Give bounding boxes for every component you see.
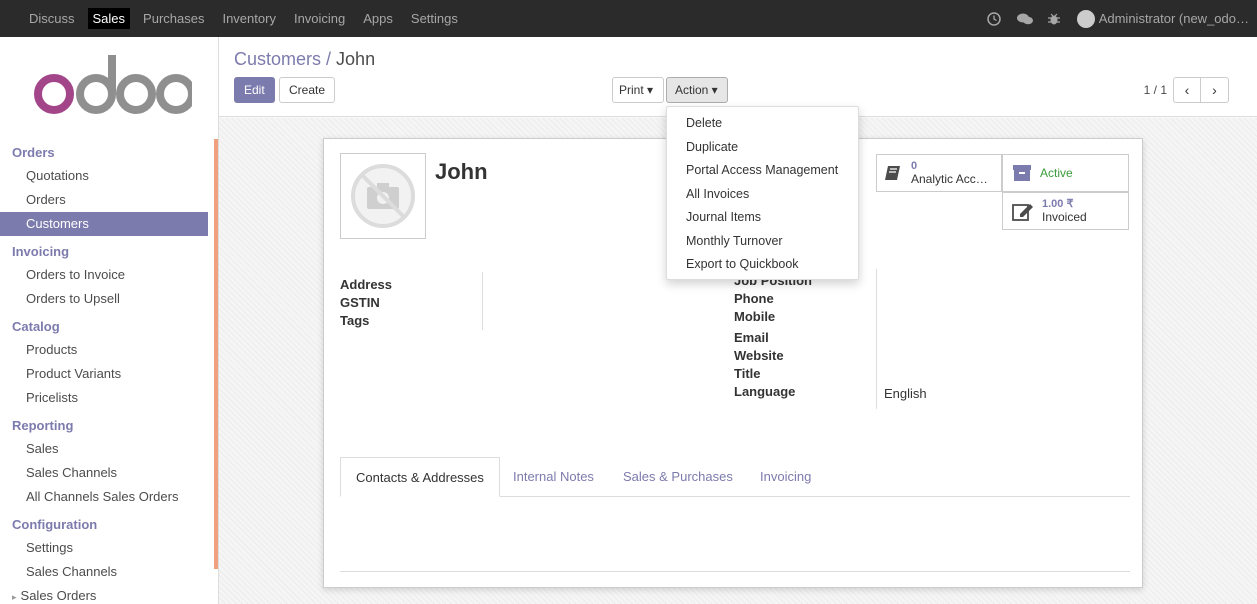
app-menu: Discuss Sales Purchases Inventory Invoic… xyxy=(0,8,471,29)
odoo-logo[interactable] xyxy=(32,51,196,121)
mobile-label: Mobile xyxy=(734,309,776,324)
action-all-invoices[interactable]: All Invoices xyxy=(667,183,858,207)
field-separator-right xyxy=(876,269,877,409)
sidebar-group-catalog: Catalog xyxy=(12,319,60,334)
tab-invoicing[interactable]: Invoicing xyxy=(745,457,826,497)
partner-name: John xyxy=(435,159,488,184)
sidebar-group-reporting: Reporting xyxy=(12,418,74,433)
edit-button[interactable]: Edit xyxy=(234,77,275,103)
control-panel: Customers / John Edit Create Print ▾ Act… xyxy=(219,37,1257,117)
partner-image[interactable] xyxy=(340,153,426,239)
sidebar-item-quotations[interactable]: Quotations xyxy=(0,164,208,188)
menu-settings[interactable]: Settings xyxy=(406,8,463,29)
tags-label: Tags xyxy=(340,313,370,328)
action-journal-items[interactable]: Journal Items xyxy=(667,206,858,230)
sidebar-item-orders-to-upsell[interactable]: Orders to Upsell xyxy=(0,287,208,311)
book-icon xyxy=(885,166,900,180)
sidebar: Orders Quotations Orders Customers Invoi… xyxy=(0,37,219,604)
pager-previous-button[interactable]: ‹ xyxy=(1173,77,1201,103)
tab-sales-purchases[interactable]: Sales & Purchases xyxy=(608,457,748,497)
sidebar-item-customers[interactable]: Customers xyxy=(0,212,208,236)
sidebar-item-config-sales-channels[interactable]: Sales Channels xyxy=(0,560,208,584)
systray: Administrator (new_odo… xyxy=(986,0,1249,37)
field-separator-left xyxy=(482,272,483,330)
active-toggle-button[interactable]: Active xyxy=(1002,154,1129,192)
breadcrumb-separator: / xyxy=(321,49,337,69)
sidebar-item-all-channels-sales-orders[interactable]: All Channels Sales Orders xyxy=(0,485,208,509)
invoiced-label: Invoiced xyxy=(1042,209,1087,224)
sidebar-item-settings[interactable]: Settings xyxy=(0,536,208,560)
email-label: Email xyxy=(734,330,769,345)
sidebar-menu: Orders Quotations Orders Customers Invoi… xyxy=(0,137,208,604)
action-button[interactable]: Action ▾ xyxy=(666,77,728,103)
pager-value[interactable]: 1 / 1 xyxy=(1144,83,1167,97)
action-delete[interactable]: Delete xyxy=(667,112,858,136)
menu-apps[interactable]: Apps xyxy=(358,8,398,29)
action-dropdown-menu: Delete Duplicate Portal Access Managemen… xyxy=(666,106,859,280)
sidebar-item-pricelists[interactable]: Pricelists xyxy=(0,386,208,410)
tab-internal-notes[interactable]: Internal Notes xyxy=(498,457,609,497)
caret-right-icon: ▸ xyxy=(12,592,17,602)
sidebar-item-product-variants[interactable]: Product Variants xyxy=(0,362,208,386)
breadcrumb: Customers / John xyxy=(234,49,375,70)
notebook-tabs: Contacts & Addresses Internal Notes Sale… xyxy=(340,457,1130,497)
sidebar-item-sales[interactable]: Sales xyxy=(0,437,208,461)
no-image-icon xyxy=(351,164,415,228)
sidebar-group-configuration: Configuration xyxy=(12,517,98,532)
bug-icon[interactable] xyxy=(1047,12,1061,26)
address-label: Address xyxy=(340,277,393,292)
breadcrumb-current: John xyxy=(336,49,376,69)
invoiced-amount: 1.00 ₹ xyxy=(1042,197,1074,210)
action-monthly-turnover[interactable]: Monthly Turnover xyxy=(667,230,858,254)
create-button[interactable]: Create xyxy=(279,77,336,103)
analytic-label: Analytic Acc… xyxy=(911,171,988,186)
tab-contacts-addresses[interactable]: Contacts & Addresses xyxy=(340,457,500,497)
action-export-to-quickbook[interactable]: Export to Quickbook xyxy=(667,253,858,277)
sidebar-item-sales-orders-label: Sales Orders xyxy=(20,588,97,603)
language-value[interactable]: English xyxy=(884,386,927,401)
top-navbar: Discuss Sales Purchases Inventory Invoic… xyxy=(0,0,1257,37)
sidebar-group-invoicing: Invoicing xyxy=(12,244,70,259)
phone-label: Phone xyxy=(734,291,774,306)
archive-icon xyxy=(1013,165,1031,181)
website-label: Website xyxy=(734,348,784,363)
tab-content-bottom-divider xyxy=(340,571,1130,572)
language-label: Language xyxy=(734,384,796,399)
menu-discuss[interactable]: Discuss xyxy=(24,8,80,29)
sidebar-scrollbar[interactable] xyxy=(214,139,218,569)
sidebar-group-orders: Orders xyxy=(12,145,55,160)
pager: 1 / 1 ‹ › xyxy=(1144,77,1229,103)
breadcrumb-customers-link[interactable]: Customers xyxy=(234,49,321,69)
chat-icon[interactable] xyxy=(1016,12,1033,26)
invoiced-button[interactable]: 1.00 ₹ Invoiced xyxy=(1002,192,1129,230)
action-duplicate[interactable]: Duplicate xyxy=(667,136,858,160)
print-button[interactable]: Print ▾ xyxy=(612,77,664,103)
gstin-label: GSTIN xyxy=(340,295,380,310)
user-avatar[interactable] xyxy=(1076,9,1095,28)
sidebar-item-products[interactable]: Products xyxy=(0,338,208,362)
action-portal-access-management[interactable]: Portal Access Management xyxy=(667,159,858,183)
active-label: Active xyxy=(1040,166,1073,180)
menu-invoicing[interactable]: Invoicing xyxy=(289,8,350,29)
sidebar-item-orders-to-invoice[interactable]: Orders to Invoice xyxy=(0,263,208,287)
menu-inventory[interactable]: Inventory xyxy=(217,8,280,29)
analytic-accounts-button[interactable]: 0 Analytic Acc… xyxy=(876,154,1002,192)
edit-invoice-icon xyxy=(1012,204,1033,221)
title-label: Title xyxy=(734,366,761,381)
pager-next-button[interactable]: › xyxy=(1201,77,1229,103)
sidebar-item-sales-orders[interactable]: ▸ Sales Orders xyxy=(0,584,208,604)
user-menu[interactable]: Administrator (new_odo… xyxy=(1099,11,1249,26)
sidebar-item-orders[interactable]: Orders xyxy=(0,188,208,212)
menu-sales[interactable]: Sales xyxy=(87,8,131,29)
menu-purchases[interactable]: Purchases xyxy=(138,8,209,29)
sidebar-item-sales-channels[interactable]: Sales Channels xyxy=(0,461,208,485)
clock-icon[interactable] xyxy=(986,11,1001,26)
analytic-count: 0 xyxy=(911,159,918,172)
